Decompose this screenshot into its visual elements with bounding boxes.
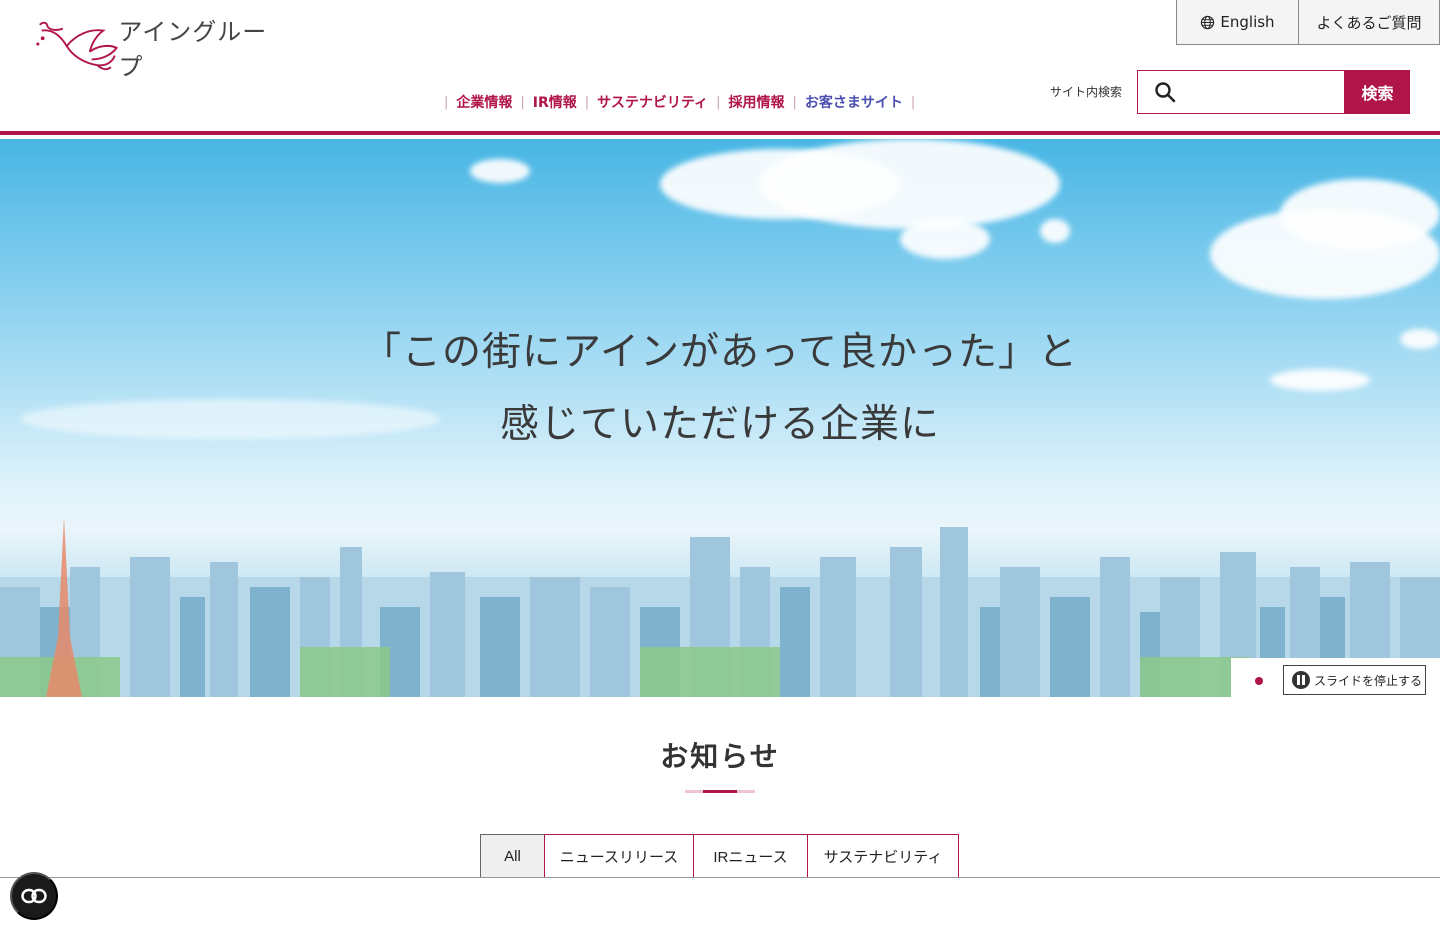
site-header: アイングループ English よくあるご質問 | 企業情報 | IR情報 | …	[0, 0, 1440, 135]
nav-separator: |	[520, 94, 525, 110]
search-field[interactable]	[1137, 70, 1345, 114]
nav-separator: |	[792, 94, 797, 110]
nav-recruit[interactable]: 採用情報	[728, 92, 784, 112]
cloud	[760, 139, 1060, 229]
dove-logo-icon	[36, 21, 119, 71]
global-nav: | 企業情報 | IR情報 | サステナビリティ | 採用情報 | お客さまサイ…	[436, 92, 923, 112]
news-title: お知らせ	[660, 740, 780, 773]
pause-icon	[1292, 671, 1310, 689]
city-skyline	[0, 517, 1440, 697]
nav-ir[interactable]: IR情報	[533, 92, 577, 112]
tabs-divider	[0, 877, 1440, 878]
nav-corporate[interactable]: 企業情報	[456, 92, 512, 112]
search-button[interactable]: 検索	[1345, 70, 1410, 114]
cloud	[1280, 179, 1440, 249]
slide-controls: スライドを停止する	[1231, 658, 1440, 697]
cloud	[900, 219, 990, 259]
tab-sustainability[interactable]: サステナビリティ	[808, 834, 959, 878]
search-input[interactable]	[1186, 83, 1336, 101]
hero-line-2: 感じていただける企業に	[499, 402, 940, 447]
hero-copy: 「この街にアインがあって良かった」と 感じていただける企業に	[0, 317, 1440, 461]
title-underline	[685, 790, 755, 793]
english-link[interactable]: English	[1176, 0, 1298, 45]
logo[interactable]: アイングループ	[34, 16, 284, 81]
nav-separator: |	[444, 94, 449, 110]
nav-customer-site[interactable]: お客さまサイト	[805, 92, 903, 112]
nav-separator: |	[910, 94, 916, 110]
tab-all[interactable]: All	[480, 834, 545, 878]
hero-slider: 「この街にアインがあって良かった」と 感じていただける企業に スライドを停止する	[0, 139, 1440, 697]
globe-icon	[1201, 15, 1215, 29]
nav-sustainability[interactable]: サステナビリティ	[597, 92, 708, 112]
stop-slide-label: スライドを停止する	[1314, 673, 1423, 688]
faq-link[interactable]: よくあるご質問	[1298, 0, 1440, 45]
nav-separator: |	[584, 94, 590, 110]
slide-indicator[interactable]	[1255, 677, 1263, 685]
search-icon	[1155, 82, 1176, 103]
logo-text: アイングループ	[118, 18, 268, 81]
hero-line-1: 「この街にアインがあって良かった」と	[361, 330, 1079, 375]
cloud	[470, 159, 530, 183]
accessibility-icon	[21, 888, 47, 904]
english-label: English	[1220, 13, 1275, 31]
nav-separator: |	[716, 94, 721, 110]
search-label: サイト内検索	[1050, 85, 1123, 99]
cloud	[1040, 219, 1070, 243]
accessibility-button[interactable]	[10, 872, 58, 920]
utility-nav: English よくあるご質問	[1176, 0, 1440, 45]
news-tabs: All ニュースリリース IRニュース サステナビリティ	[480, 834, 959, 878]
tab-news-release[interactable]: ニュースリリース	[545, 834, 694, 878]
tab-ir-news[interactable]: IRニュース	[694, 834, 808, 878]
stop-slide-button[interactable]: スライドを停止する	[1283, 665, 1426, 695]
